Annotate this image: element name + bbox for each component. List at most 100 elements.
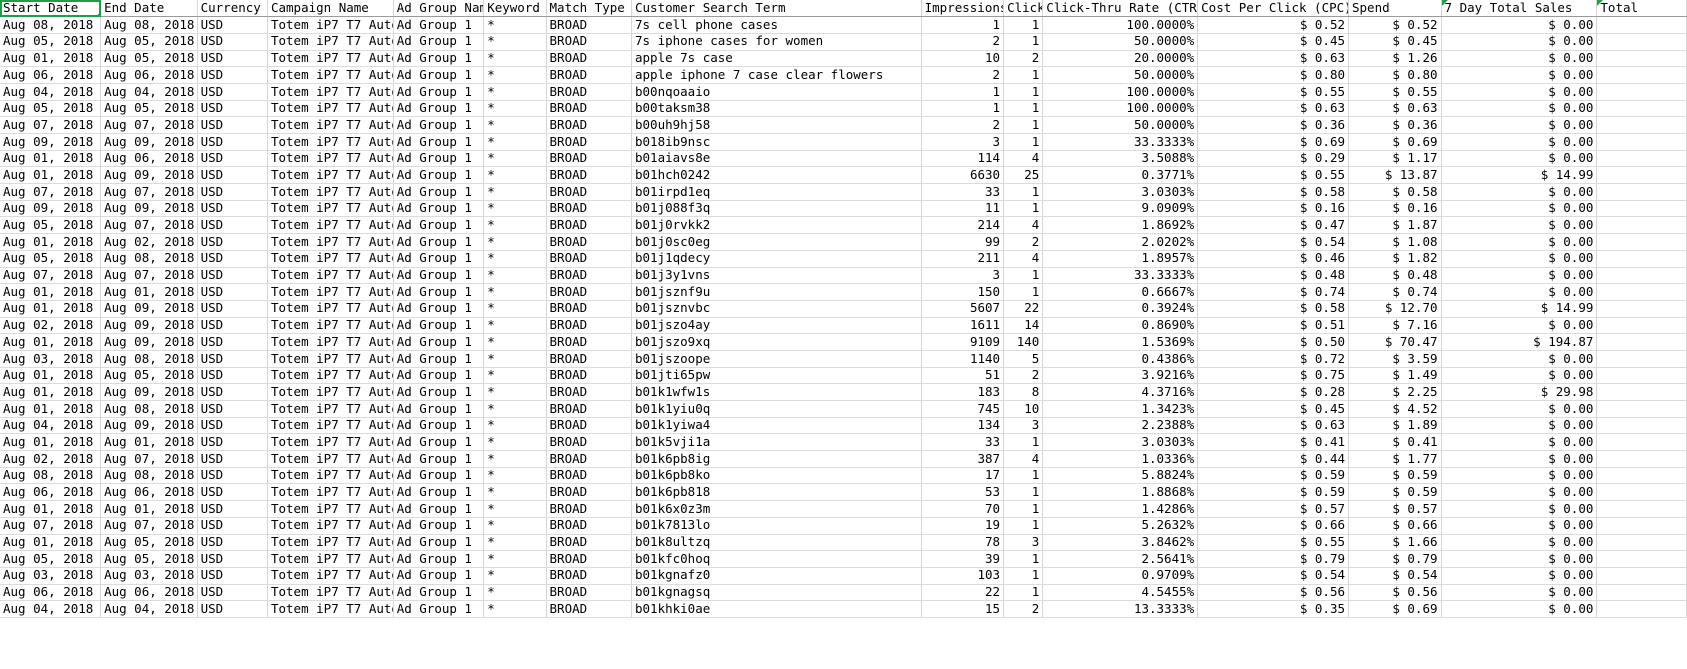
cell-sales_7d[interactable]: $ 0.00 <box>1441 483 1598 502</box>
cell-impressions[interactable]: 3 <box>921 133 1005 151</box>
cell-search_term[interactable]: b01k6pb8ig <box>631 450 922 468</box>
cell-start_date[interactable]: Aug 05, 2018 <box>0 550 102 568</box>
search-term-report-table[interactable]: Start Date End Date Currency Campaign Name A… <box>0 0 1687 618</box>
cell-keyword[interactable]: * <box>483 383 547 401</box>
table-row[interactable]: Aug 06, 2018 Aug 06, 2018 USD Totem iP7 T7 … <box>0 483 1687 502</box>
cell-start_date[interactable]: Aug 02, 2018 <box>0 450 102 468</box>
column-header-orders_7d[interactable]: Total <box>1596 0 1687 18</box>
cell-ad_group[interactable]: Ad Group 1 <box>393 467 485 485</box>
cell-ad_group[interactable]: Ad Group 1 <box>393 383 485 401</box>
cell-sales_7d[interactable]: $ 0.00 <box>1441 283 1598 301</box>
column-header-impressions[interactable]: Impressions <box>921 0 1005 18</box>
cell-sales_7d[interactable]: $ 0.00 <box>1441 150 1598 168</box>
cell-impressions[interactable]: 11 <box>921 200 1005 218</box>
cell-clicks[interactable]: 1 <box>1003 567 1044 585</box>
cell-sales_7d[interactable]: $ 0.00 <box>1441 467 1598 485</box>
cell-search_term[interactable]: b01khki0ae <box>631 600 922 618</box>
cell-impressions[interactable]: 33 <box>921 433 1005 452</box>
table-row[interactable]: Aug 03, 2018 Aug 08, 2018 USD Totem iP7 T7 … <box>0 350 1687 368</box>
cell-clicks[interactable]: 1 <box>1003 200 1044 218</box>
cell-keyword[interactable]: * <box>483 333 547 351</box>
cell-cpc[interactable]: $ 0.48 <box>1197 267 1349 285</box>
cell-spend[interactable]: $ 1.17 <box>1348 150 1442 168</box>
cell-clicks[interactable]: 1 <box>1003 66 1044 84</box>
cell-impressions[interactable]: 22 <box>921 584 1005 602</box>
cell-sales_7d[interactable]: $ 0.00 <box>1441 116 1598 134</box>
cell-ctr[interactable]: 4.5455% <box>1042 584 1199 602</box>
cell-campaign[interactable]: Totem iP7 T7 Auto <box>267 500 394 518</box>
cell-impressions[interactable]: 15 <box>921 600 1005 618</box>
cell-start_date[interactable]: Aug 03, 2018 <box>0 567 102 585</box>
cell-search_term[interactable]: b01jti65pw <box>631 367 922 385</box>
cell-end_date[interactable]: Aug 09, 2018 <box>100 200 198 218</box>
cell-cpc[interactable]: $ 0.74 <box>1197 283 1349 301</box>
cell-impressions[interactable]: 99 <box>921 233 1005 251</box>
cell-orders_7d[interactable] <box>1596 166 1687 185</box>
cell-campaign[interactable]: Totem iP7 T7 Auto <box>267 133 394 151</box>
column-header-match_type[interactable]: Match Type <box>546 0 633 18</box>
cell-start_date[interactable]: Aug 07, 2018 <box>0 183 102 201</box>
cell-search_term[interactable]: b01j0sc0eg <box>631 233 922 251</box>
cell-ctr[interactable]: 1.0336% <box>1042 450 1199 468</box>
cell-match_type[interactable]: BROAD <box>546 166 633 185</box>
cell-ad_group[interactable]: Ad Group 1 <box>393 350 485 368</box>
cell-spend[interactable]: $ 0.59 <box>1348 467 1442 485</box>
cell-start_date[interactable]: Aug 05, 2018 <box>0 216 102 235</box>
spreadsheet-viewport[interactable]: Start Date End Date Currency Campaign Name A… <box>0 0 1687 669</box>
cell-campaign[interactable]: Totem iP7 T7 Auto <box>267 517 394 535</box>
cell-spend[interactable]: $ 0.56 <box>1348 584 1442 602</box>
cell-spend[interactable]: $ 0.16 <box>1348 200 1442 218</box>
cell-end_date[interactable]: Aug 01, 2018 <box>100 500 198 518</box>
cell-impressions[interactable]: 70 <box>921 500 1005 518</box>
cell-search_term[interactable]: b01jsznf9u <box>631 283 922 301</box>
cell-currency[interactable]: USD <box>197 567 268 585</box>
cell-match_type[interactable]: BROAD <box>546 283 633 301</box>
cell-ad_group[interactable]: Ad Group 1 <box>393 233 485 251</box>
cell-impressions[interactable]: 3 <box>921 267 1005 285</box>
cell-search_term[interactable]: b00taksm38 <box>631 100 922 118</box>
cell-ad_group[interactable]: Ad Group 1 <box>393 517 485 535</box>
cell-orders_7d[interactable] <box>1596 367 1687 385</box>
cell-campaign[interactable]: Totem iP7 T7 Auto <box>267 100 394 118</box>
cell-orders_7d[interactable] <box>1596 500 1687 518</box>
cell-currency[interactable]: USD <box>197 450 268 468</box>
cell-spend[interactable]: $ 1.77 <box>1348 450 1442 468</box>
cell-spend[interactable]: $ 1.87 <box>1348 216 1442 235</box>
cell-keyword[interactable]: * <box>483 16 547 34</box>
cell-ctr[interactable]: 3.5088% <box>1042 150 1199 168</box>
cell-end_date[interactable]: Aug 05, 2018 <box>100 50 198 68</box>
cell-cpc[interactable]: $ 0.59 <box>1197 483 1349 502</box>
cell-impressions[interactable]: 134 <box>921 417 1005 435</box>
cell-impressions[interactable]: 33 <box>921 183 1005 201</box>
cell-match_type[interactable]: BROAD <box>546 567 633 585</box>
cell-start_date[interactable]: Aug 01, 2018 <box>0 233 102 251</box>
cell-end_date[interactable]: Aug 05, 2018 <box>100 367 198 385</box>
cell-start_date[interactable]: Aug 04, 2018 <box>0 83 102 101</box>
cell-orders_7d[interactable] <box>1596 584 1687 602</box>
cell-clicks[interactable]: 1 <box>1003 517 1044 535</box>
cell-cpc[interactable]: $ 0.54 <box>1197 233 1349 251</box>
table-row[interactable]: Aug 08, 2018 Aug 08, 2018 USD Totem iP7 T7 … <box>0 16 1687 34</box>
cell-search_term[interactable]: b01k6pb8ko <box>631 467 922 485</box>
cell-clicks[interactable]: 22 <box>1003 300 1044 318</box>
cell-end_date[interactable]: Aug 07, 2018 <box>100 450 198 468</box>
cell-impressions[interactable]: 103 <box>921 567 1005 585</box>
cell-clicks[interactable]: 140 <box>1003 333 1044 351</box>
table-row[interactable]: Aug 01, 2018 Aug 05, 2018 USD Totem iP7 T7 … <box>0 367 1687 385</box>
cell-end_date[interactable]: Aug 06, 2018 <box>100 584 198 602</box>
cell-orders_7d[interactable] <box>1596 350 1687 368</box>
cell-currency[interactable]: USD <box>197 116 268 134</box>
cell-currency[interactable]: USD <box>197 467 268 485</box>
cell-orders_7d[interactable] <box>1596 33 1687 51</box>
cell-search_term[interactable]: b00nqoaaio <box>631 83 922 101</box>
cell-campaign[interactable]: Totem iP7 T7 Auto <box>267 50 394 68</box>
cell-sales_7d[interactable]: $ 0.00 <box>1441 250 1598 268</box>
cell-currency[interactable]: USD <box>197 133 268 151</box>
cell-ctr[interactable]: 1.3423% <box>1042 400 1199 418</box>
cell-ad_group[interactable]: Ad Group 1 <box>393 283 485 301</box>
cell-impressions[interactable]: 51 <box>921 367 1005 385</box>
cell-cpc[interactable]: $ 0.46 <box>1197 250 1349 268</box>
cell-keyword[interactable]: * <box>483 350 547 368</box>
cell-cpc[interactable]: $ 0.52 <box>1197 16 1349 34</box>
table-row[interactable]: Aug 09, 2018 Aug 09, 2018 USD Totem iP7 T7 … <box>0 133 1687 151</box>
